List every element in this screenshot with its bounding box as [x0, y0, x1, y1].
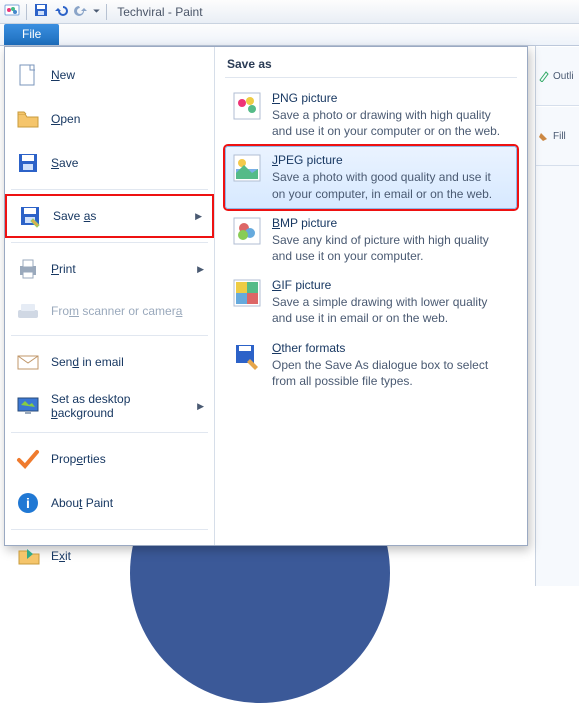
print-icon: [15, 256, 41, 282]
menu-item-properties[interactable]: Properties: [5, 437, 214, 481]
separator: [11, 335, 208, 336]
app-icon: [4, 2, 20, 21]
menu-item-save[interactable]: Save: [5, 141, 214, 185]
menu-item-print[interactable]: Print ▶: [5, 247, 214, 291]
menu-item-exit[interactable]: Exit: [5, 534, 214, 578]
save-as-icon: [17, 203, 43, 229]
tab-file[interactable]: File: [4, 24, 59, 45]
separator: [11, 189, 208, 190]
menu-label: Properties: [51, 452, 106, 466]
format-title: PNG picture: [272, 91, 502, 105]
menu-item-about[interactable]: i About Paint: [5, 481, 214, 525]
ribbon-fill-label: Fill: [553, 131, 566, 142]
format-png[interactable]: PNG picture Save a photo or drawing with…: [225, 84, 517, 146]
submenu-arrow-icon: ▶: [195, 211, 202, 222]
format-desc: Save a simple drawing with lower quality…: [272, 294, 502, 326]
scanner-icon: [15, 298, 41, 324]
format-gif[interactable]: GIF picture Save a simple drawing with l…: [225, 271, 517, 333]
undo-icon[interactable]: [53, 2, 69, 21]
format-desc: Open the Save As dialogue box to select …: [272, 357, 502, 389]
format-title: Other formats: [272, 341, 502, 355]
check-icon: [15, 446, 41, 472]
save-as-submenu: Save as PNG picture Save a photo or draw…: [215, 47, 527, 545]
redo-icon[interactable]: [73, 2, 89, 21]
menu-label: Save: [51, 156, 78, 170]
format-desc: Save a photo or drawing with high qualit…: [272, 107, 502, 139]
ribbon-peek: Outli Fill: [535, 46, 579, 586]
file-menu-panel: New Open Save Save as ▶: [4, 46, 528, 546]
quick-access-toolbar: ⏷ Techviral - Paint: [0, 0, 579, 24]
menu-label: New: [51, 68, 75, 82]
menu-label: Print: [51, 262, 76, 276]
save-as-header: Save as: [225, 53, 517, 78]
submenu-arrow-icon: ▶: [197, 264, 204, 275]
new-icon: [15, 62, 41, 88]
ribbon-tabstrip: File: [0, 24, 579, 46]
info-icon: i: [15, 490, 41, 516]
format-desc: Save a photo with good quality and use i…: [272, 169, 502, 201]
format-jpeg[interactable]: JPEG picture Save a photo with good qual…: [225, 146, 517, 208]
menu-item-save-as[interactable]: Save as ▶: [5, 194, 214, 238]
format-title: BMP picture: [272, 216, 502, 230]
png-icon: [232, 91, 262, 121]
menu-item-new[interactable]: New: [5, 53, 214, 97]
separator: [26, 4, 27, 20]
menu-label: Set as desktop background: [51, 392, 187, 420]
menu-label: From scanner or camera: [51, 304, 182, 318]
separator: [11, 432, 208, 433]
menu-item-desktop-bg[interactable]: Set as desktop background ▶: [5, 384, 214, 428]
ribbon-outline-label: Outli: [553, 71, 574, 82]
format-desc: Save any kind of picture with high quali…: [272, 232, 502, 264]
format-other[interactable]: Other formats Open the Save As dialogue …: [225, 334, 517, 396]
menu-label: Send in email: [51, 355, 124, 369]
menu-label: Save as: [53, 209, 96, 223]
separator: [11, 529, 208, 530]
exit-icon: [15, 543, 41, 569]
svg-text:i: i: [26, 495, 30, 511]
submenu-arrow-icon: ▶: [197, 401, 204, 412]
format-title: JPEG picture: [272, 153, 502, 167]
jpeg-icon: [232, 153, 262, 183]
format-title: GIF picture: [272, 278, 502, 292]
open-icon: [15, 106, 41, 132]
save-icon[interactable]: [33, 2, 49, 21]
format-bmp[interactable]: BMP picture Save any kind of picture wit…: [225, 209, 517, 271]
menu-item-email[interactable]: Send in email: [5, 340, 214, 384]
gif-icon: [232, 278, 262, 308]
menu-label: Exit: [51, 549, 71, 563]
save-disk-icon: [15, 150, 41, 176]
menu-label: About Paint: [51, 496, 113, 510]
file-menu-list: New Open Save Save as ▶: [5, 47, 215, 545]
window-title: Techviral - Paint: [113, 5, 202, 19]
menu-label: Open: [51, 112, 80, 126]
customize-qat-icon[interactable]: ⏷: [93, 6, 100, 17]
other-formats-icon: [232, 341, 262, 371]
email-icon: [15, 349, 41, 375]
ribbon-outline[interactable]: Outli: [536, 46, 579, 106]
menu-item-scan: From scanner or camera: [5, 291, 214, 331]
desktop-icon: [15, 393, 41, 419]
bmp-icon: [232, 216, 262, 246]
separator: [106, 4, 107, 20]
ribbon-fill[interactable]: Fill: [536, 106, 579, 166]
separator: [11, 242, 208, 243]
menu-item-open[interactable]: Open: [5, 97, 214, 141]
